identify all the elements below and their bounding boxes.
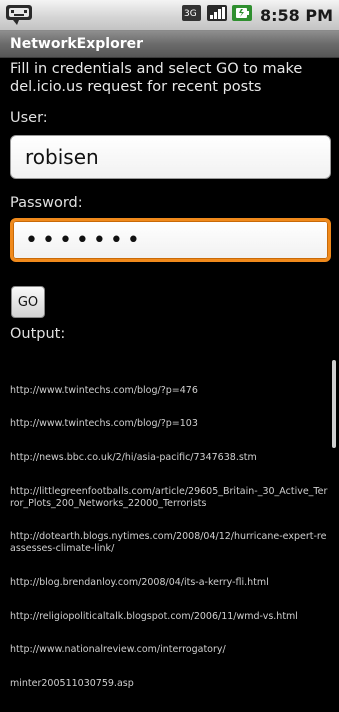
output-line: http://www.twintechs.com/blog/?p=476 — [10, 384, 198, 396]
output-line: http://littlegreenfootballs.com/article/… — [10, 486, 328, 509]
output-line: http://blog.brendanloy.com/2008/04/its-a… — [10, 576, 269, 588]
output-line: http://www.nationalreview.com/interrogat… — [10, 644, 226, 656]
status-time: 8:58 PM — [259, 5, 333, 25]
main-content: Fill in credentials and select GO to mak… — [0, 58, 339, 689]
svg-text:3G: 3G — [184, 9, 197, 19]
battery-icon — [231, 3, 252, 27]
network-3g-icon: 3G — [181, 3, 202, 27]
password-input[interactable]: ••••••• — [10, 218, 331, 262]
output-label: Output: — [10, 326, 66, 342]
output-line: http://religiopoliticaltalk.blogspot.com… — [10, 610, 298, 622]
output-line: minter200511030759.asp — [10, 678, 134, 690]
app-title: NetworkExplorer — [10, 36, 144, 52]
user-label: User: — [10, 110, 48, 126]
output-list: http://www.twintechs.com/blog/?p=476 htt… — [10, 362, 328, 712]
user-input[interactable]: robisen — [10, 135, 331, 179]
go-button[interactable]: GO — [11, 286, 45, 318]
instructions-text: Fill in credentials and select GO to mak… — [10, 61, 303, 95]
output-line: http://dotearth.blogs.nytimes.com/2008/0… — [10, 531, 327, 554]
output-line: http://www.twintechs.com/blog/?p=103 — [10, 418, 198, 430]
output-line: http://news.bbc.co.uk/2/hi/asia-pacific/… — [10, 452, 257, 464]
output-scrollbar[interactable] — [332, 360, 336, 448]
signal-icon — [206, 3, 227, 27]
app-title-bar: NetworkExplorer — [0, 31, 339, 58]
password-label: Password: — [10, 195, 83, 211]
status-bar: 3G 8:58 PM — [0, 0, 339, 31]
notification-icon — [5, 4, 33, 26]
